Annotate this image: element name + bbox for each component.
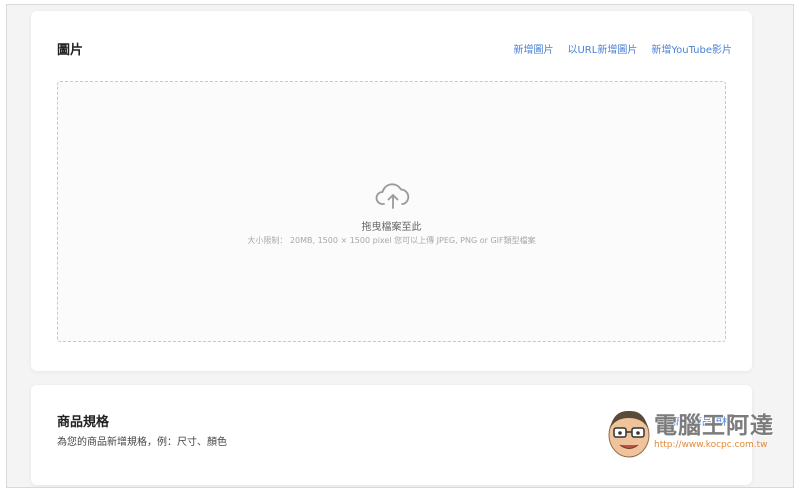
images-section-title: 圖片: [57, 43, 84, 58]
add-image-by-url-link[interactable]: 以URL新增圖片: [567, 41, 637, 56]
add-youtube-video-link[interactable]: 新增YouTube影片: [651, 41, 732, 56]
dropzone-text: 拖曳檔案至此: [361, 222, 422, 233]
product-specs-card: 商品規格 為您的商品新增規格，例：尺寸、顏色 新增商品規格: [31, 385, 752, 485]
specs-section-subtitle: 為您的商品新增規格，例：尺寸、顏色: [57, 437, 227, 448]
file-dropzone[interactable]: 拖曳檔案至此 大小限制： 20MB, 1500 × 1500 pixel 您可以…: [57, 81, 726, 342]
add-image-link[interactable]: 新增圖片: [513, 41, 553, 56]
images-actions: 新增圖片 以URL新增圖片 新增YouTube影片: [513, 41, 732, 56]
cloud-upload-icon: [375, 183, 410, 209]
app-frame: 圖片 新增圖片 以URL新增圖片 新增YouTube影片 拖曳檔案至此 大小限制…: [6, 4, 794, 488]
specs-section-title: 商品規格: [57, 415, 110, 430]
dropzone-hint: 大小限制： 20MB, 1500 × 1500 pixel 您可以上傳 JPEG…: [247, 236, 536, 245]
images-card: 圖片 新增圖片 以URL新增圖片 新增YouTube影片 拖曳檔案至此 大小限制…: [31, 11, 752, 371]
add-product-spec-link[interactable]: 新增商品規格: [672, 413, 732, 428]
